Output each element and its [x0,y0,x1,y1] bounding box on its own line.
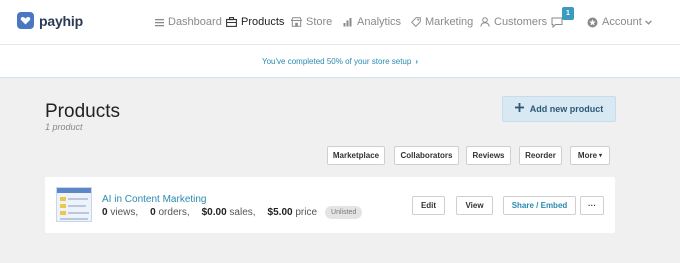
chevron-right-icon: › [415,56,418,66]
analytics-icon [343,17,353,27]
account-menu[interactable]: Account [587,0,652,44]
reviews-button[interactable]: Reviews [466,146,511,165]
plus-icon [514,103,524,115]
status-badge: Unlisted [325,206,363,219]
store-icon [291,17,302,27]
setup-progress-banner[interactable]: You've completed 50% of your store setup… [0,45,680,77]
nav-products-label: Products [241,16,285,28]
price-amount: $5.00 [267,207,293,218]
nav-store-label: Store [306,16,333,28]
nav-marketing-label: Marketing [425,16,474,28]
sales-amount: $0.00 [201,207,227,218]
nav-customers-label: Customers [494,16,548,28]
share-embed-button[interactable]: Share / Embed [503,196,576,215]
orders-label: orders, [158,207,190,218]
collaborators-button[interactable]: Collaborators [394,146,459,165]
products-icon [226,17,237,27]
setup-progress-text: You've completed 50% of your store setup [262,56,412,66]
tag-icon [411,17,421,27]
edit-button[interactable]: Edit [412,196,445,215]
payhip-logo[interactable]: payhip [17,12,83,29]
user-icon [480,17,490,27]
nav-customers[interactable]: Customers [480,0,547,44]
product-name-link[interactable]: AI in Content Marketing [102,194,207,205]
list-icon [155,18,164,27]
top-navbar: payhip Dashboard Products Store Analytic… [0,0,680,44]
nav-analytics[interactable]: Analytics [343,0,401,44]
nav-marketing[interactable]: Marketing [411,0,473,44]
product-count: 1 product [45,122,83,132]
nav-analytics-label: Analytics [357,16,402,28]
more-dropdown-button[interactable]: More ▾ [570,146,610,165]
add-new-product-button[interactable]: Add new product [502,96,616,122]
product-stats: 0 views, 0 orders, $0.00 sales, $5.00 pr… [102,206,363,219]
product-thumbnail[interactable] [56,187,92,222]
nav-dashboard-label: Dashboard [168,16,222,28]
more-actions-button[interactable]: ··· [580,196,604,215]
notification-badge: 1 [562,7,574,20]
nav-products[interactable]: Products [226,0,284,44]
reorder-button[interactable]: Reorder [519,146,562,165]
banner-divider [0,77,680,78]
sales-label: sales, [229,207,256,218]
account-icon [587,17,598,28]
views-label: views, [110,207,139,218]
price-label: price [295,207,318,218]
account-label: Account [602,16,642,28]
add-new-product-label: Add new product [529,104,604,114]
brand-name: payhip [39,12,83,29]
orders-count: 0 [150,207,156,218]
nav-store[interactable]: Store [291,0,332,44]
view-button[interactable]: View [456,196,493,215]
page-title: Products [45,101,120,122]
chevron-down-icon [644,19,652,25]
chevron-down-icon: ▾ [599,153,603,159]
more-label: More [577,151,598,160]
logo-heart-icon [17,12,34,29]
nav-dashboard[interactable]: Dashboard [155,0,222,44]
marketplace-button[interactable]: Marketplace [327,146,385,165]
views-count: 0 [102,207,108,218]
